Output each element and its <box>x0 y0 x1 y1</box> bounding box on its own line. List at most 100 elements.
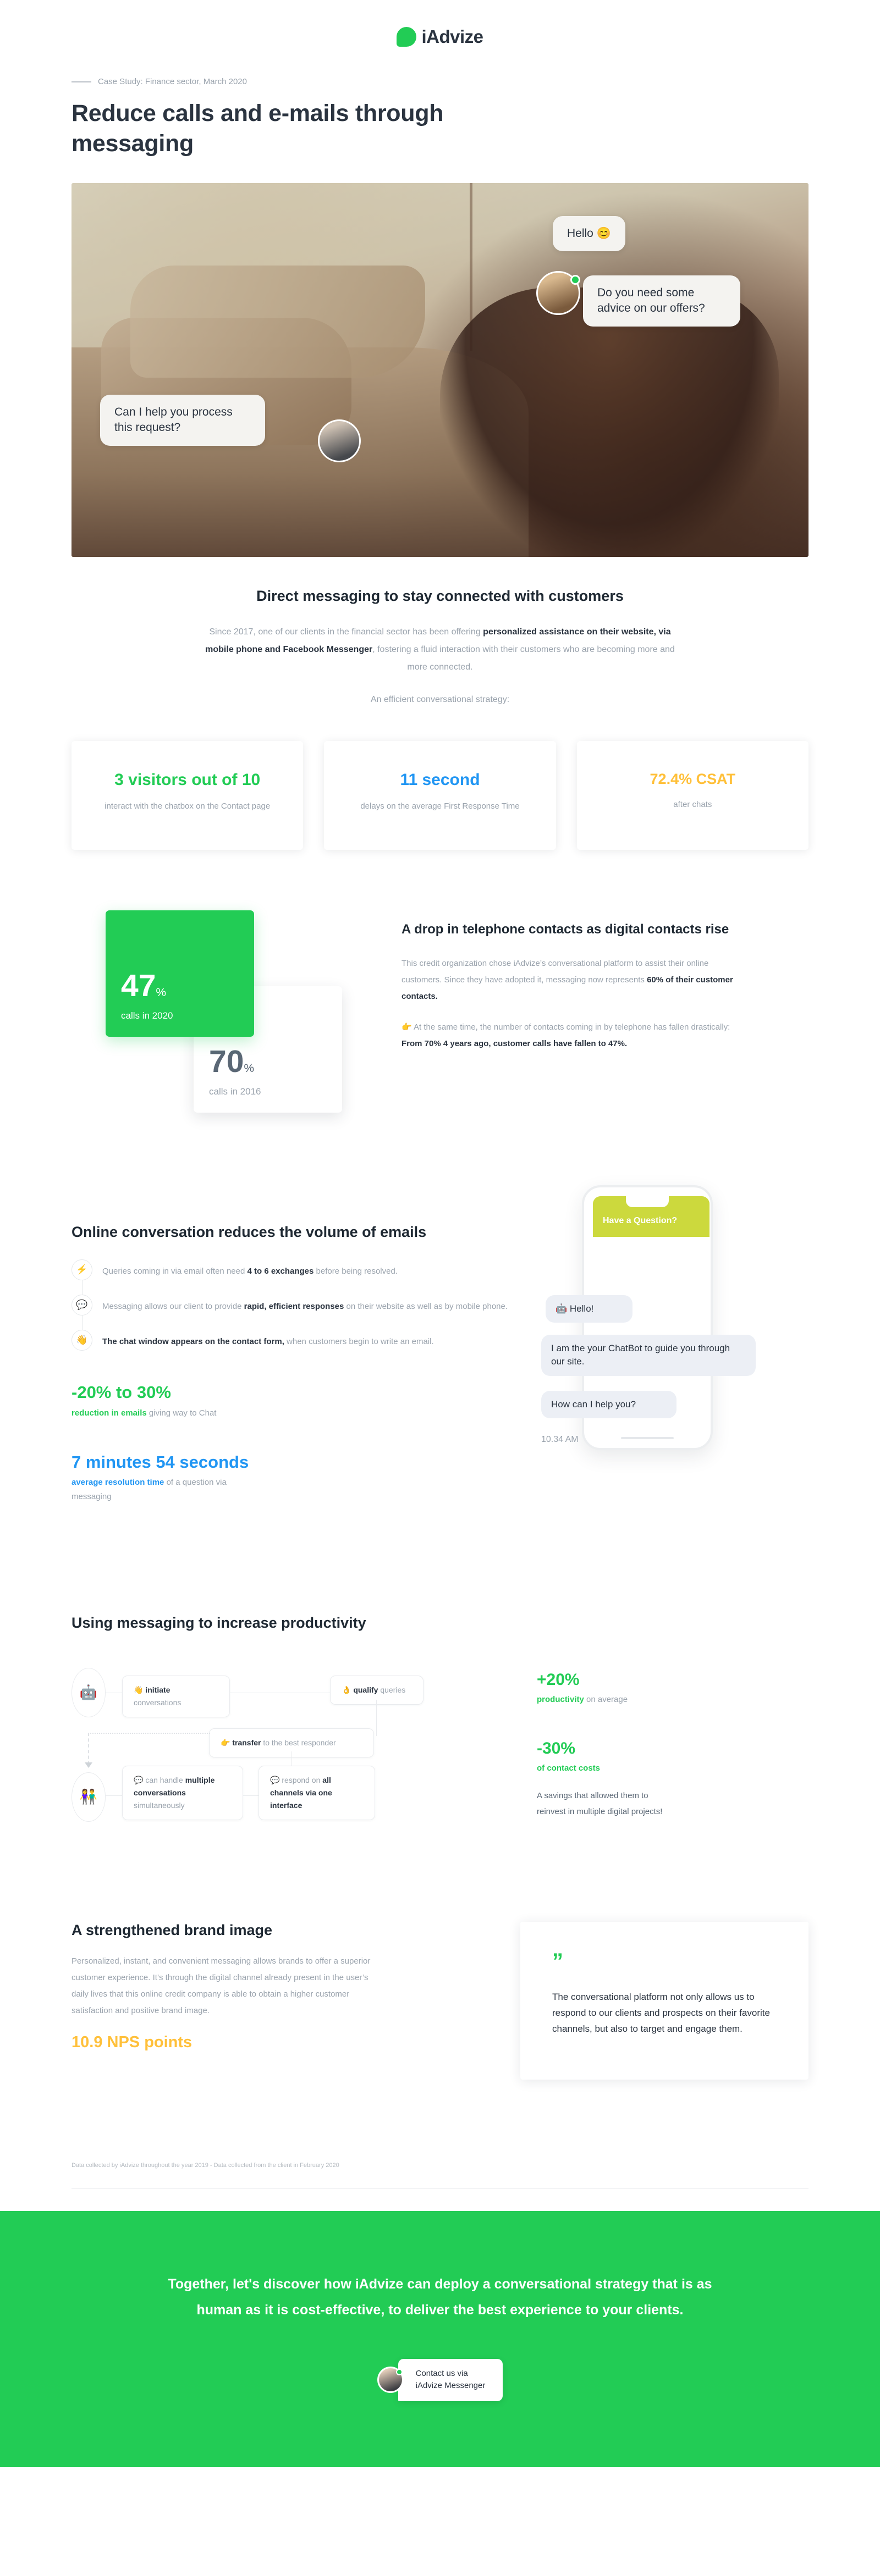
stat-value: 7 minutes 54 seconds <box>72 1452 249 1472</box>
hero-chat-bubble: Do you need some advice on our offers? <box>583 275 740 327</box>
quote-mark-icon: ” <box>552 1949 563 1974</box>
intro-paragraph: Since 2017, one of our clients in the fi… <box>205 627 675 672</box>
stat-card-sub: after chats <box>673 800 712 810</box>
brand-section: A strengthened brand image Personalized,… <box>72 1921 809 2080</box>
ok-hand-icon: 👌 <box>342 1685 351 1694</box>
hero-chat-bubble: Can I help you process this request? <box>100 395 265 446</box>
stat-cards: 3 visitors out of 10 interact with the c… <box>72 741 809 850</box>
legs-shape <box>130 265 426 378</box>
phone-timestamp: 10.34 AM <box>541 1435 579 1445</box>
productivity-heading: Using messaging to increase productivity <box>72 1614 366 1631</box>
intro-section: Direct messaging to stay connected with … <box>72 557 809 710</box>
cta-heading: Together, let's discover how iAdvize can… <box>168 2276 712 2318</box>
quote-column: ” The conversational platform not only a… <box>435 1921 809 2080</box>
bullet-text: Messaging allows our client to provide r… <box>102 1302 508 1312</box>
stat-card-value: 72.4% CSAT <box>650 771 736 788</box>
page-title: Reduce calls and e-mails through messagi… <box>72 100 444 157</box>
chat-bubble-icon: 💬 <box>270 1775 280 1784</box>
bullet-text: The chat window appears on the contact f… <box>102 1337 434 1347</box>
intro-strategy-line: An efficient conversational strategy: <box>370 695 510 705</box>
online-status-dot-icon <box>570 275 580 285</box>
emails-text: Online conversation reduces the volume o… <box>72 1224 512 1504</box>
flow-node-multiple: 💬 can handle multiple conversations simu… <box>122 1765 243 1820</box>
flow-line <box>243 1795 260 1796</box>
case-study-page: iAdvize Case Study: Finance sector, Marc… <box>0 0 880 2467</box>
logo-wordmark: iAdvize <box>421 26 483 47</box>
pointing-finger-icon: 👉 <box>402 1022 412 1032</box>
flow-arrow-icon <box>85 1762 92 1768</box>
bullet-text: Queries coming in via email often need 4… <box>102 1267 398 1276</box>
person-shape <box>440 288 779 557</box>
kicker-label: Case Study: Finance sector, March 2020 <box>98 77 247 86</box>
cta-button-line-2: iAdvize Messenger <box>415 2381 486 2391</box>
waving-hand-icon: 👋 <box>72 1330 92 1351</box>
waving-hand-icon: 👋 <box>134 1685 144 1694</box>
stat-sub: reduction in emails giving way to Chat <box>72 1408 217 1418</box>
stat-card: 11 second delays on the average First Re… <box>324 741 556 850</box>
bullet-item: 👋 The chat window appears on the contact… <box>72 1330 512 1351</box>
iadvize-logo[interactable]: iAdvize <box>397 26 483 47</box>
stat-card-value: 11 second <box>400 771 480 789</box>
kpi-label: calls in 2020 <box>121 1010 173 1021</box>
productivity-flow: 🤖 👋 initiate conversations 👌 qualify que… <box>72 1658 809 1823</box>
stat-card-sub: delays on the average First Response Tim… <box>360 801 520 811</box>
cta-banner: Together, let's discover how iAdvize can… <box>0 2211 880 2467</box>
lightning-bolt-icon: ⚡ <box>72 1259 92 1281</box>
flow-dashed-line <box>88 1732 89 1765</box>
hero-chat-bubble: Hello 😊 <box>553 216 625 252</box>
online-status-dot-icon <box>395 2369 403 2376</box>
logo-bar: iAdvize <box>0 0 880 77</box>
stat-value: -20% to 30% <box>72 1383 171 1402</box>
productivity-section: Using messaging to increase productivity… <box>72 1615 809 1823</box>
avatar <box>318 419 361 463</box>
stat-value: +20% <box>537 1670 580 1689</box>
cta-button-wrap: Contact us via iAdvize Messenger <box>0 2358 880 2401</box>
kpi-cards: 70% calls in 2016 47% calls in 2020 <box>72 910 402 1119</box>
flow-node-channels: 💬 respond on all channels via one interf… <box>258 1765 375 1820</box>
intro-heading: Direct messaging to stay connected with … <box>256 588 624 605</box>
bullet-item: 💬 Messaging allows our client to provide… <box>72 1295 512 1316</box>
quote-text: The conversational platform not only all… <box>552 1991 770 2035</box>
robot-icon: 🤖 <box>72 1667 106 1717</box>
flow-node-initiate: 👋 initiate conversations <box>122 1675 230 1717</box>
bullet-item: ⚡ Queries coming in via email often need… <box>72 1259 512 1281</box>
footnote: Data collected by iAdvize throughout the… <box>72 2162 809 2190</box>
phone-chat-bubble: How can I help you? <box>541 1391 676 1419</box>
email-stat-2: 7 minutes 54 seconds average resolution … <box>72 1451 512 1505</box>
kpi-value: 70% <box>209 1044 255 1080</box>
drop-text: A drop in telephone contacts as digital … <box>402 910 743 1119</box>
stat-sub: average resolution time of a question vi… <box>72 1478 227 1502</box>
kpi-value: 47% <box>121 968 167 1004</box>
kpi-label: calls in 2016 <box>209 1086 261 1097</box>
stat-sub: productivity on average <box>537 1694 628 1704</box>
nps-stat: 10.9 NPS points <box>72 2033 193 2051</box>
productivity-stats: +20% productivity on average -30% of con… <box>512 1658 809 1823</box>
people-icon: 👫 <box>72 1772 106 1822</box>
phone-mockup-column: Have a Question? 🤖 Hello! I am the your … <box>512 1185 809 1504</box>
brand-paragraph: Personalized, instant, and convenient me… <box>72 1956 371 2015</box>
pointing-finger-icon: 👉 <box>221 1738 230 1747</box>
phone-mockup: Have a Question? 🤖 Hello! I am the your … <box>541 1185 756 1451</box>
emails-bullets: ⚡ Queries coming in via email often need… <box>72 1259 512 1351</box>
flow-dashed-line <box>88 1732 210 1734</box>
flow-node-qualify: 👌 qualify queries <box>330 1675 424 1705</box>
phone-notch <box>626 1196 669 1208</box>
productivity-note: A savings that allowed them to reinvest … <box>537 1791 663 1817</box>
kicker: Case Study: Finance sector, March 2020 <box>72 77 809 86</box>
contact-us-button[interactable]: Contact us via iAdvize Messenger <box>398 2358 503 2401</box>
drop-heading: A drop in telephone contacts as digital … <box>402 922 729 937</box>
stat-card: 72.4% CSAT after chats <box>576 741 809 850</box>
brand-heading: A strengthened brand image <box>72 1921 273 1938</box>
kicker-rule-icon <box>72 81 91 82</box>
telephone-drop-section: 70% calls in 2016 47% calls in 2020 A dr… <box>72 910 809 1119</box>
stat-card-value: 3 visitors out of 10 <box>114 771 261 789</box>
kpi-card-2020: 47% calls in 2020 <box>106 910 254 1037</box>
robot-icon: 🤖 <box>556 1303 568 1314</box>
productivity-stat-1: +20% productivity on average <box>537 1669 809 1707</box>
cta-button-line-1: Contact us via <box>415 2368 468 2378</box>
phone-chat-bubble: 🤖 Hello! <box>546 1295 632 1323</box>
emails-heading: Online conversation reduces the volume o… <box>72 1224 427 1241</box>
flow-diagram: 🤖 👋 initiate conversations 👌 qualify que… <box>72 1658 512 1823</box>
chat-bubble-icon: 💬 <box>134 1775 144 1784</box>
stat-card: 3 visitors out of 10 interact with the c… <box>72 741 304 850</box>
